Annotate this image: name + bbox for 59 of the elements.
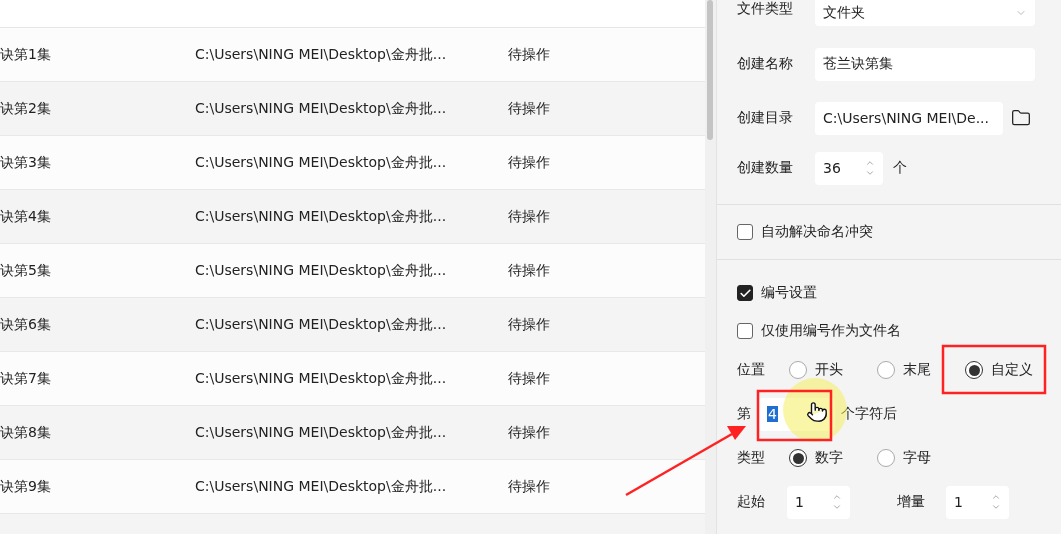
table-cell-text: 诀第7集 [0, 369, 52, 388]
spin-icon [991, 492, 1001, 512]
table-cell-text: C:\Users\NING MEI\Desktop\金舟批... [195, 423, 448, 442]
unit-label: 个 [893, 159, 907, 177]
checkmark-icon [738, 286, 752, 300]
file-type-select[interactable]: 文件夹 [815, 0, 1035, 26]
field-label: 个字符后 [841, 405, 897, 423]
table-cell-text: C:\Users\NING MEI\Desktop\金舟批... [195, 261, 448, 280]
name-field[interactable]: 苍兰诀第集 [815, 47, 1035, 81]
radio-option[interactable]: 自定义 [965, 361, 1055, 379]
checkbox[interactable]: 编号设置 [737, 284, 817, 302]
table-cell-text: C:\Users\NING MEI\Desktop\金舟批... [195, 315, 448, 334]
table-cell-text: 待操作 [508, 369, 551, 388]
field-label: 创建数量 [737, 159, 794, 177]
increment-field[interactable]: 1 [946, 485, 1009, 519]
table-cell-text: 待操作 [508, 153, 551, 172]
table-cell-text: C:\Users\NING MEI\Desktop\金舟批... [195, 369, 448, 388]
hand-cursor-icon [807, 402, 827, 422]
field-label: 第 [737, 405, 752, 423]
table-cell-text: 待操作 [508, 99, 551, 118]
field-label: 创建目录 [737, 109, 794, 127]
spin-icon [832, 492, 842, 512]
table-cell-text: 待操作 [508, 207, 551, 226]
table-cell-text: 待操作 [508, 423, 551, 442]
field-label: 增量 [897, 493, 926, 511]
table-cell-text: C:\Users\NING MEI\Desktop\金舟批... [195, 153, 448, 172]
start-field[interactable]: 1 [787, 485, 850, 519]
checkbox[interactable]: 仅使用编号作为文件名 [737, 322, 901, 340]
field-label: 文件类型 [737, 0, 794, 18]
table-cell-text: 待操作 [508, 261, 551, 280]
table-cell-text: 待操作 [508, 477, 551, 496]
radio-option[interactable]: 开头 [789, 361, 877, 379]
table-cell-text: C:\Users\NING MEI\Desktop\金舟批... [195, 45, 448, 64]
table-cell-text: 诀第5集 [0, 261, 52, 280]
table-cell-text: 待操作 [508, 315, 551, 334]
scrollbar-thumb[interactable] [707, 0, 713, 140]
table-cell-text: C:\Users\NING MEI\Desktop\金舟批... [195, 477, 448, 496]
spin-icon [865, 158, 875, 178]
radio-option[interactable]: 末尾 [877, 361, 965, 379]
directory-field[interactable]: C:\Users\NING MEI\De... [815, 101, 1003, 135]
table-cell-text: 诀第1集 [0, 45, 52, 64]
table-cell-text: 诀第8集 [0, 423, 52, 442]
table-cell-text: 诀第4集 [0, 207, 52, 226]
checkbox[interactable]: 自动解决命名冲突 [737, 223, 873, 241]
radio-option[interactable]: 字母 [877, 449, 965, 467]
field-label: 创建名称 [737, 55, 794, 73]
table-cell-text: 待操作 [508, 45, 551, 64]
folder-icon[interactable] [1011, 108, 1031, 128]
field-label: 位置 [737, 361, 766, 379]
field-label: 起始 [737, 493, 766, 511]
table-cell-text: 诀第2集 [0, 99, 52, 118]
radio-option[interactable]: 数字 [789, 449, 877, 467]
table-cell-text: 诀第3集 [0, 153, 52, 172]
table-cell-text: 诀第6集 [0, 315, 52, 334]
table-cell-text: C:\Users\NING MEI\Desktop\金舟批... [195, 207, 448, 226]
table-cell-text: C:\Users\NING MEI\Desktop\金舟批... [195, 99, 448, 118]
count-field[interactable]: 36 [815, 151, 883, 185]
table-cell-text: 诀第9集 [0, 477, 52, 496]
field-label: 类型 [737, 449, 766, 467]
